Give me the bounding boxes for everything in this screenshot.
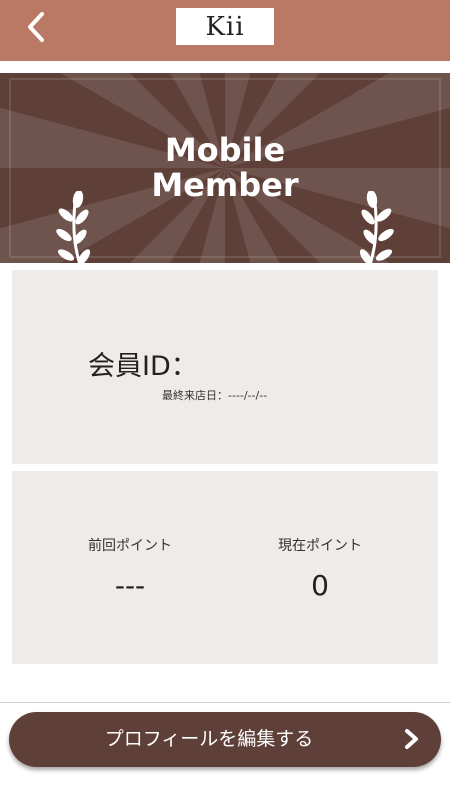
last-visit-value: ----/--/--	[228, 389, 268, 402]
last-visit-label: 最終来店日：	[162, 389, 228, 402]
banner-title: Mobile Member	[0, 133, 450, 203]
banner-title-line2: Member	[151, 166, 299, 204]
previous-points-value: ---	[114, 569, 146, 602]
member-banner: Mobile Member	[0, 73, 450, 263]
divider	[0, 702, 450, 703]
member-id-card: 会員ID： 最終来店日：----/--/--	[12, 270, 438, 464]
brand-logo-text: Kii	[205, 11, 245, 42]
banner-title-line1: Mobile	[164, 131, 286, 169]
edit-profile-label: プロフィールを編集する	[104, 728, 314, 750]
member-id-label: 会員ID：	[88, 351, 198, 382]
last-visit: 最終来店日：----/--/--	[162, 387, 267, 403]
app-header: Kii	[0, 0, 450, 61]
previous-points: 前回ポイント ---	[30, 535, 230, 602]
current-points-value: 0	[311, 569, 329, 602]
current-points: 現在ポイント 0	[220, 535, 420, 602]
edit-profile-button[interactable]: プロフィールを編集する	[9, 712, 441, 767]
chevron-left-icon	[28, 12, 44, 42]
brand-logo: Kii	[176, 8, 274, 45]
previous-points-label: 前回ポイント	[88, 538, 172, 554]
points-card: 前回ポイント --- 現在ポイント 0	[12, 471, 438, 664]
chevron-right-icon	[405, 729, 418, 749]
current-points-label: 現在ポイント	[278, 538, 362, 554]
back-button[interactable]	[20, 10, 56, 46]
